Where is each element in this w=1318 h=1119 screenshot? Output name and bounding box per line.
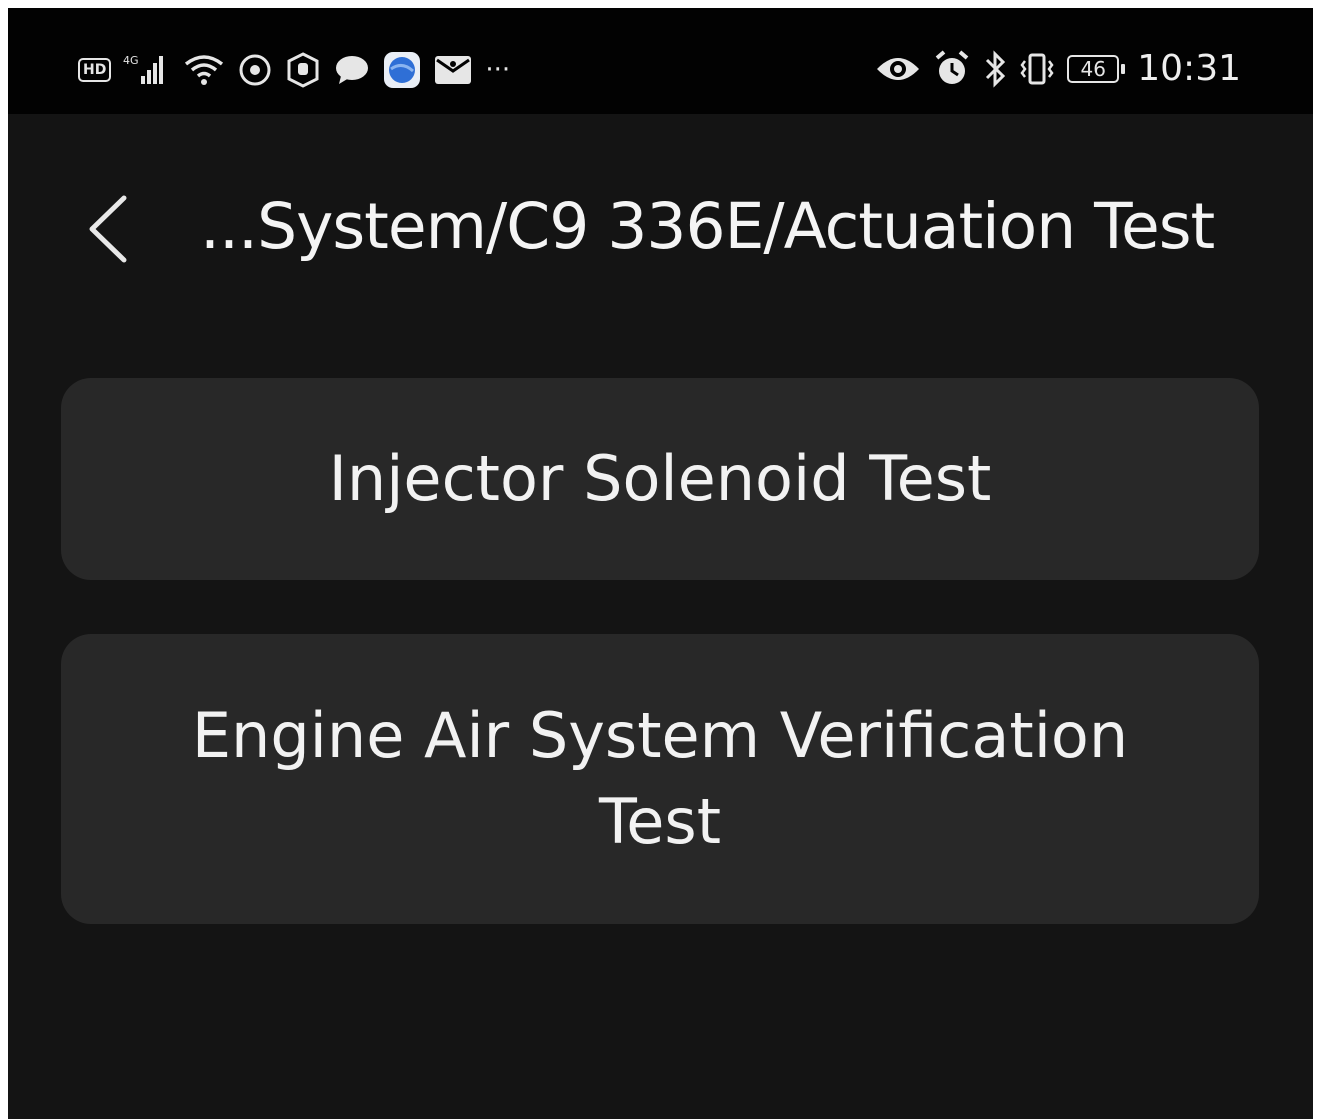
status-bar-right: 46 10:31 [875,48,1241,89]
status-clock: 10:31 [1137,48,1241,89]
injector-solenoid-test-button[interactable]: Injector Solenoid Test [61,378,1259,580]
more-icon: ··· [485,55,511,85]
back-button[interactable] [68,184,148,274]
engine-air-system-verification-test-button[interactable]: Engine Air System Verification Test [61,634,1259,924]
battery-icon: 46 [1067,51,1126,87]
browser-icon [383,52,421,88]
option-label: Injector Solenoid Test [328,442,992,515]
status-bar: HD 4G ··· 46 10:31 [8,8,1313,114]
status-bar-left: HD 4G ··· [78,52,510,88]
option-label: Engine Air System Verification Test [191,699,1129,858]
page-title: ...System/C9 336E/Actuation Test [200,190,1215,263]
network-type-label: 4G [123,54,139,67]
eye-icon [875,51,921,87]
wifi-icon [183,52,225,88]
chat-icon [333,52,371,88]
shield-icon [285,52,321,88]
vibrate-icon [1019,51,1055,87]
bluetooth-icon [983,49,1007,88]
app-screen: HD 4G ··· 46 10:31 ...System/C9 336E/Act… [8,8,1313,1119]
mail-icon [433,52,473,88]
hd-icon: HD [78,58,112,82]
battery-level: 46 [1067,54,1120,83]
vpn-icon [237,52,273,88]
signal-icon: 4G [123,52,171,88]
chevron-left-icon [89,195,127,263]
alarm-icon [933,49,971,87]
app-bar: ...System/C9 336E/Actuation Test [8,114,1313,344]
